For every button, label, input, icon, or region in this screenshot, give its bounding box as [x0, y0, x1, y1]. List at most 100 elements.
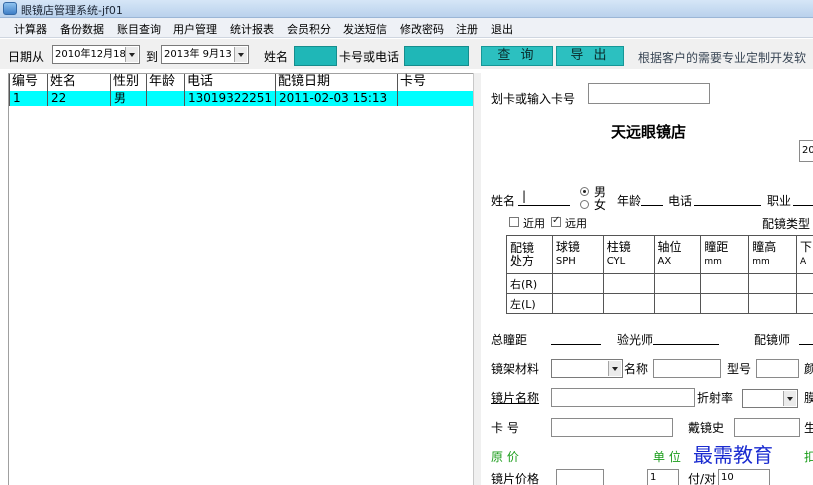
rx-right-pd[interactable]: [700, 273, 750, 294]
menu-accounts[interactable]: 账目查询: [117, 21, 161, 37]
fitter-underline: [799, 344, 813, 345]
phone-label: 电话: [668, 194, 693, 208]
model-input[interactable]: [756, 359, 799, 378]
prescription-form: 划卡或输入卡号 天远眼镜店 20 姓名 | 男 女 年龄 电话 职业 近用 远用…: [481, 70, 813, 485]
fitter-label: 配镜师: [754, 333, 791, 347]
col-name[interactable]: 姓名: [47, 74, 110, 91]
rx-left-ax[interactable]: [653, 293, 702, 314]
card-phone-label: 卡号或电话: [339, 50, 400, 64]
chevron-down-icon[interactable]: [125, 47, 138, 62]
col-phone[interactable]: 电话: [184, 74, 275, 91]
wear-history-label: 戴镜史: [688, 421, 725, 435]
cell-gender: 男: [110, 91, 146, 106]
refractive-label: 折射率: [697, 391, 734, 405]
date-from-picker[interactable]: 2010年12月18: [52, 45, 140, 64]
date-field[interactable]: 20: [799, 140, 813, 162]
rx-right-add[interactable]: [796, 273, 813, 294]
rx-right-sph[interactable]: [551, 273, 604, 294]
card-phone-input[interactable]: [404, 46, 469, 66]
custom-dev-hint: 根据客户的需要专业定制开发软: [638, 51, 807, 65]
rx-left-sph[interactable]: [551, 293, 604, 314]
rx-head-ph-2: mm: [752, 256, 770, 267]
rx-right-ax[interactable]: [653, 273, 702, 294]
rx-head-add-1: 下: [800, 239, 813, 254]
menu-calculator[interactable]: 计算器: [14, 21, 47, 37]
rx-head-pd: 瞳距 mm: [700, 235, 750, 274]
date-to-label: 到: [146, 50, 159, 64]
menu-points[interactable]: 会员积分: [287, 21, 331, 37]
name-label: 姓名: [264, 50, 289, 64]
color-label: 颜: [804, 362, 813, 376]
lens-type-label: 配镜类型: [762, 217, 811, 231]
near-checkbox[interactable]: [509, 217, 519, 227]
rx-right-ph[interactable]: [748, 273, 798, 294]
rx-head-rx-2: 处方: [510, 253, 535, 268]
lens-price-input[interactable]: [556, 469, 604, 485]
window-title: 眼镜店管理系统-jf01: [21, 4, 123, 17]
shop-name: 天远眼镜店: [611, 123, 687, 141]
rx-left-add[interactable]: [796, 293, 813, 314]
title-bar: 眼镜店管理系统-jf01: [0, 0, 813, 18]
rx-right-cyl[interactable]: [602, 273, 655, 294]
gender-female-radio[interactable]: [580, 200, 589, 209]
date-stub: 20: [802, 145, 813, 156]
total-pd-underline: [551, 344, 601, 345]
rx-head-rx: 配镜 处方: [506, 235, 553, 274]
col-age[interactable]: 年龄: [146, 74, 184, 91]
lens-name-label[interactable]: 镜片名称: [491, 389, 539, 406]
far-label: 远用: [565, 217, 587, 230]
export-button[interactable]: 导 出: [556, 46, 624, 66]
rx-head-ph: 瞳高 mm: [748, 235, 798, 274]
per-pair-input[interactable]: 10: [718, 469, 770, 485]
rx-right-label: 右(R): [506, 273, 553, 294]
date-from-label: 日期从: [8, 50, 45, 64]
cell-name: 22: [47, 91, 110, 106]
app-icon: [3, 2, 17, 15]
frame-name-input[interactable]: [653, 359, 721, 378]
date-from-value: 2010年12月18: [55, 49, 126, 60]
query-button[interactable]: 查 询: [481, 46, 553, 66]
name-value[interactable]: |: [522, 189, 526, 203]
col-card[interactable]: 卡号: [397, 74, 474, 91]
menu-register[interactable]: 注册: [456, 21, 478, 37]
frame-material-select[interactable]: [551, 359, 623, 378]
lens-name-input[interactable]: [551, 388, 695, 407]
menu-password[interactable]: 修改密码: [400, 21, 444, 37]
date-to-picker[interactable]: 2013年 9月13: [161, 45, 249, 64]
wear-history-input[interactable]: [734, 418, 800, 437]
far-checkbox[interactable]: [551, 215, 561, 227]
card-input[interactable]: [588, 83, 710, 104]
original-price-label: 原 价: [491, 450, 519, 464]
frame-material-label: 镜架材料: [491, 362, 540, 376]
menu-reports[interactable]: 统计报表: [230, 21, 274, 37]
rx-left-ph[interactable]: [748, 293, 798, 314]
rx-head-pd-2: mm: [704, 256, 722, 267]
rx-left-pd[interactable]: [700, 293, 750, 314]
rx-head-add-2: A: [800, 256, 807, 267]
col-date[interactable]: 配镜日期: [275, 74, 397, 91]
refractive-select[interactable]: [742, 389, 798, 408]
rx-left-cyl[interactable]: [602, 293, 655, 314]
card-no-input[interactable]: [551, 418, 673, 437]
chevron-down-icon[interactable]: [608, 361, 621, 376]
menu-backup[interactable]: 备份数据: [60, 21, 104, 37]
menu-users[interactable]: 用户管理: [173, 21, 217, 37]
cell-phone: 13019322251: [184, 91, 275, 106]
chevron-down-icon[interactable]: [783, 391, 796, 406]
watermark: 最需教育: [693, 443, 773, 467]
qty-input[interactable]: 1: [647, 469, 679, 485]
gender-male-radio[interactable]: [580, 187, 589, 196]
chevron-down-icon[interactable]: [234, 47, 247, 62]
splitter[interactable]: [473, 73, 481, 485]
col-id[interactable]: 编号: [9, 74, 47, 91]
col-gender[interactable]: 性别: [110, 74, 146, 91]
rx-row-right: 右(R): [506, 273, 813, 294]
rx-left-label: 左(L): [506, 293, 553, 314]
date-to-value: 2013年 9月13: [164, 49, 232, 60]
table-row[interactable]: 1 22 男 13019322251 2011-02-03 15:13: [9, 91, 474, 106]
name-input[interactable]: [294, 46, 337, 66]
discount-label: 扣: [804, 450, 813, 464]
near-label: 近用: [523, 217, 545, 230]
menu-sms[interactable]: 发送短信: [343, 21, 387, 37]
menu-exit[interactable]: 退出: [491, 21, 513, 37]
